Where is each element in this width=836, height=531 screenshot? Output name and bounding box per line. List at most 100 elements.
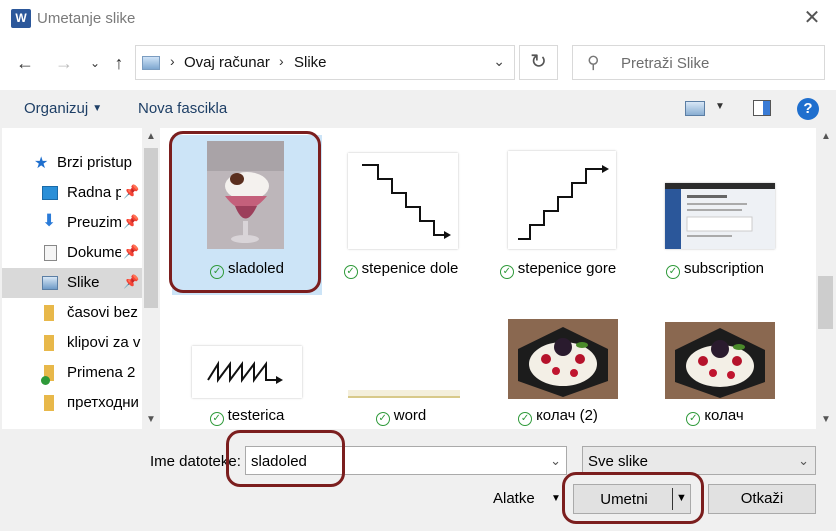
synced-check-icon: ✓ bbox=[209, 412, 224, 426]
nav-item-documents[interactable]: Dokume 📌 bbox=[2, 238, 142, 268]
scroll-up-icon[interactable]: ▲ bbox=[143, 131, 159, 142]
dialog-footer: Ime datoteke: ⌄ Sve slike ⌄ Alatke ▼ Ume… bbox=[0, 429, 836, 531]
breadcrumb[interactable]: › Ovaj računar › Slike ⌄ bbox=[135, 45, 515, 80]
pin-icon[interactable]: 📌 bbox=[123, 274, 139, 290]
scroll-down-icon[interactable]: ▼ bbox=[818, 414, 834, 425]
refresh-button[interactable]: ↻ bbox=[519, 45, 558, 80]
file-tile-word[interactable]: ✓ word bbox=[326, 306, 476, 429]
synced-check-icon: ✓ bbox=[665, 265, 680, 279]
caret-down-icon[interactable]: ▼ bbox=[676, 492, 687, 504]
thumbnail-image bbox=[508, 151, 616, 249]
back-arrow-icon[interactable]: ← bbox=[14, 52, 36, 74]
refresh-icon: ↻ bbox=[530, 51, 547, 73]
document-icon bbox=[44, 245, 57, 261]
thumbnail-image bbox=[348, 390, 460, 398]
insert-label: Umetni bbox=[600, 491, 648, 508]
file-name: ✓ sladoled bbox=[172, 260, 322, 279]
file-name: ✓ subscription bbox=[640, 260, 790, 279]
file-name: ✓ testerica bbox=[172, 407, 322, 426]
desktop-icon bbox=[42, 186, 58, 200]
file-tile-kolac[interactable]: ✓ колач bbox=[640, 306, 790, 429]
nav-item-quick-access[interactable]: ★ Brzi pristup bbox=[2, 148, 142, 178]
thumbnail-image bbox=[192, 346, 302, 398]
file-type-select[interactable]: Sve slike ⌄ bbox=[582, 446, 816, 475]
synced-check-icon: ✓ bbox=[343, 265, 358, 279]
file-name: ✓ stepenice gore bbox=[483, 260, 633, 279]
organize-button[interactable]: Organizuj ▼ bbox=[24, 100, 102, 117]
caret-down-icon: ▼ bbox=[92, 103, 103, 114]
thumbnail-image bbox=[207, 141, 284, 249]
synced-check-icon: ✓ bbox=[499, 265, 514, 279]
thumbnail-image bbox=[665, 322, 775, 399]
nav-item-folder[interactable]: претходни bbox=[2, 388, 142, 418]
cancel-button[interactable]: Otkaži bbox=[708, 484, 816, 514]
synced-check-icon: ✓ bbox=[518, 412, 533, 426]
tools-button[interactable]: Alatke bbox=[493, 490, 535, 507]
organize-label: Organizuj bbox=[24, 100, 89, 117]
command-bar: Organizuj ▼ Nova fascikla ▼ ? bbox=[0, 90, 836, 128]
file-name: ✓ word bbox=[326, 407, 476, 426]
synced-check-icon: ✓ bbox=[375, 412, 390, 426]
file-type-value: Sve slike bbox=[588, 453, 649, 470]
help-icon[interactable]: ? bbox=[797, 98, 819, 120]
pin-icon[interactable]: 📌 bbox=[123, 184, 139, 200]
filename-input[interactable] bbox=[251, 452, 541, 470]
pictures-location-icon bbox=[142, 56, 160, 70]
file-name: ✓ stepenice dole bbox=[326, 260, 476, 279]
pin-icon[interactable]: 📌 bbox=[123, 244, 139, 260]
thumbnail-image bbox=[348, 153, 458, 249]
close-icon[interactable]: ✕ bbox=[802, 7, 822, 29]
chevron-down-icon[interactable]: ⌄ bbox=[493, 53, 505, 70]
file-name: ✓ колач bbox=[640, 407, 790, 426]
nav-item-folder-synced[interactable]: Primena 2 bbox=[2, 358, 142, 388]
chevron-down-icon[interactable]: ⌄ bbox=[798, 453, 809, 469]
file-tile-kolac-2[interactable]: ✓ колач (2) bbox=[483, 306, 633, 429]
breadcrumb-item-pictures[interactable]: Slike bbox=[294, 54, 327, 71]
download-icon: ⬇ bbox=[42, 211, 57, 230]
caret-down-icon[interactable]: ▼ bbox=[715, 101, 725, 112]
nav-item-pictures[interactable]: Slike 📌 bbox=[2, 268, 142, 298]
search-box[interactable]: ⚲ bbox=[572, 45, 825, 80]
new-folder-button[interactable]: Nova fascikla bbox=[138, 100, 227, 117]
file-tile-stepenice-gore[interactable]: ✓ stepenice gore bbox=[483, 135, 633, 295]
recent-locations-chevron-icon[interactable]: ⌄ bbox=[84, 52, 106, 74]
file-name: ✓ колач (2) bbox=[483, 407, 633, 426]
pin-icon[interactable]: 📌 bbox=[123, 214, 139, 230]
chevron-right-icon[interactable]: › bbox=[170, 53, 175, 69]
pictures-icon bbox=[42, 276, 58, 290]
file-tile-testerica[interactable]: ✓ testerica bbox=[172, 306, 322, 429]
synced-check-icon: ✓ bbox=[686, 412, 701, 426]
forward-arrow-icon[interactable]: → bbox=[53, 52, 75, 74]
scroll-up-icon[interactable]: ▲ bbox=[818, 131, 834, 142]
search-input[interactable] bbox=[621, 52, 816, 74]
nav-scrollbar-thumb[interactable] bbox=[144, 148, 158, 308]
file-tile-stepenice-dole[interactable]: ✓ stepenice dole bbox=[326, 135, 476, 295]
nav-item-desktop[interactable]: Radna p 📌 bbox=[2, 178, 142, 208]
sync-check-icon bbox=[41, 376, 50, 385]
synced-check-icon: ✓ bbox=[210, 265, 225, 279]
filename-label: Ime datoteke: bbox=[150, 453, 241, 470]
change-view-icon[interactable] bbox=[685, 101, 705, 116]
file-tile-sladoled[interactable]: ✓ sladoled bbox=[172, 135, 322, 295]
star-icon: ★ bbox=[34, 155, 49, 172]
file-list: ✓ sladoled ✓ stepenice dole ✓ stepenice gor… bbox=[160, 128, 816, 429]
chevron-right-icon[interactable]: › bbox=[279, 53, 284, 69]
split-divider bbox=[672, 488, 673, 510]
filename-combobox[interactable]: ⌄ bbox=[245, 446, 567, 475]
preview-pane-icon[interactable] bbox=[753, 100, 771, 116]
breadcrumb-item-this-pc[interactable]: Ovaj računar bbox=[184, 54, 270, 71]
chevron-down-icon[interactable]: ⌄ bbox=[550, 453, 561, 469]
folder-icon bbox=[44, 305, 54, 321]
nav-item-downloads[interactable]: ⬇ Preuzim 📌 bbox=[2, 208, 142, 238]
insert-button[interactable]: Umetni ▼ bbox=[573, 484, 691, 514]
caret-down-icon[interactable]: ▼ bbox=[551, 493, 561, 504]
up-arrow-icon[interactable]: ↑ bbox=[108, 52, 130, 74]
search-icon: ⚲ bbox=[587, 53, 600, 72]
content-scrollbar-thumb[interactable] bbox=[818, 276, 833, 329]
scroll-down-icon[interactable]: ▼ bbox=[143, 414, 159, 425]
folder-icon bbox=[44, 335, 54, 351]
thumbnail-image bbox=[665, 183, 775, 249]
file-tile-subscription[interactable]: ✓ subscription bbox=[640, 135, 790, 295]
nav-item-folder[interactable]: klipovi za v bbox=[2, 328, 142, 358]
nav-item-folder[interactable]: časovi bez bbox=[2, 298, 142, 328]
